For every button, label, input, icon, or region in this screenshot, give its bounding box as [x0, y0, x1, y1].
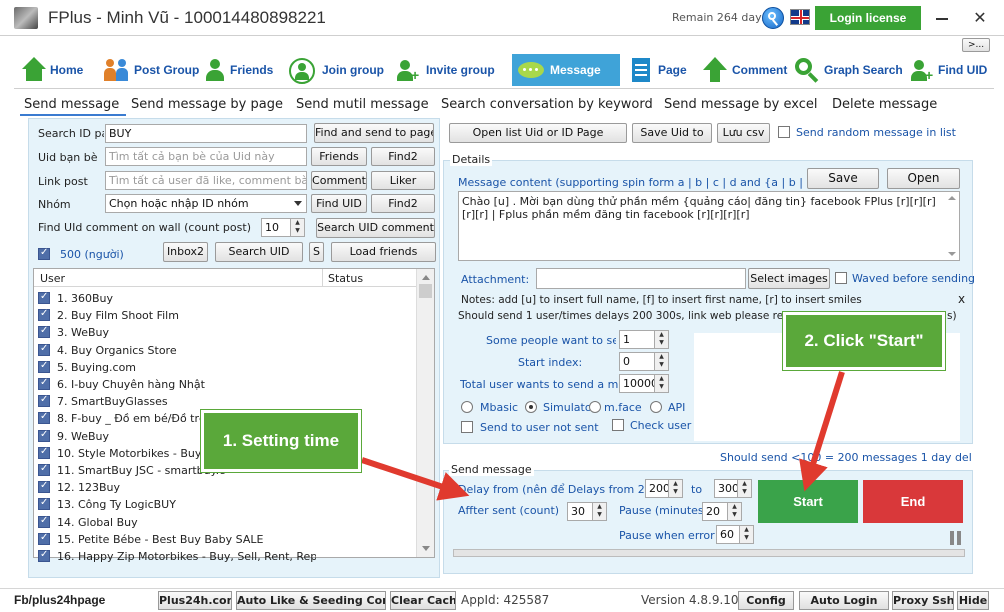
fb-page-link[interactable]: Fb/plus24hpage: [14, 593, 105, 607]
hide-button[interactable]: Hide: [957, 591, 989, 610]
arrow-to-delay: [361, 457, 470, 501]
plus24h-button[interactable]: Plus24h.com: [158, 591, 232, 610]
auto-login-button[interactable]: Auto Login: [799, 591, 889, 610]
auto-like-button[interactable]: Auto Like & Seeding Com...: [236, 591, 386, 610]
callout-arrows: [361, 371, 845, 501]
proxy-ssh-button[interactable]: Proxy Ssh: [892, 591, 954, 610]
clear-cache-button[interactable]: Clear Cache: [390, 591, 456, 610]
config-button[interactable]: Config: [738, 591, 794, 610]
arrow-to-start: [799, 371, 845, 492]
appid-text: AppId: 425587: [461, 593, 550, 607]
callout-click-start: 2. Click "Start": [783, 312, 945, 370]
version-text: Version 4.8.9.10: [641, 593, 739, 607]
callout-setting-time: 1. Setting time: [201, 410, 361, 472]
